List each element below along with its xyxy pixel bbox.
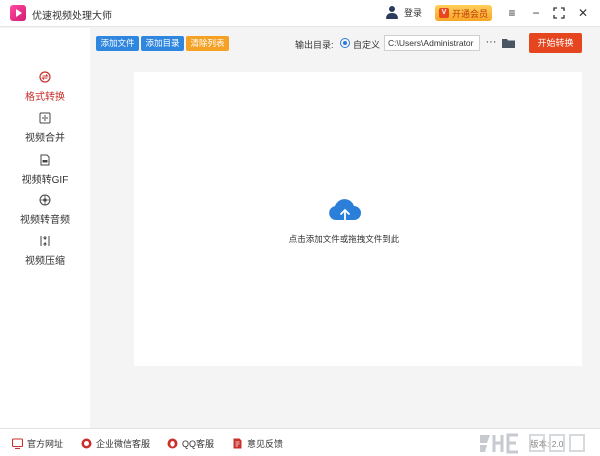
video-compress-icon — [40, 236, 50, 246]
minimize-icon[interactable]: − — [528, 5, 544, 21]
sidebar: 格式转换 视频合并 视频转GIF 视频转音频 视频压缩 — [0, 28, 90, 428]
sidebar-item-label: 视频压缩 — [25, 256, 65, 267]
sidebar-item-video-merge[interactable]: 视频合并 — [0, 112, 90, 152]
add-file-button[interactable]: 添加文件 — [96, 36, 139, 51]
drop-hint: 点击添加文件或拖拽文件到此 — [288, 234, 400, 244]
sidebar-item-video-compress[interactable]: 视频压缩 — [0, 235, 90, 275]
footer-link-website[interactable]: 官方网址 — [12, 437, 63, 450]
footer-link-label: QQ客服 — [182, 439, 215, 449]
login-button[interactable]: 登录 — [386, 6, 422, 19]
more-icon[interactable]: ··· — [484, 34, 498, 50]
sidebar-item-label: 视频转GIF — [21, 175, 69, 186]
video-to-gif-icon — [40, 154, 50, 166]
custom-radio-label: 自定义 — [353, 40, 381, 50]
qq-icon — [167, 438, 178, 449]
maximize-icon[interactable] — [551, 5, 567, 21]
title-bar: 优速视频处理大师 登录 V 开通会员 ≡ − ✕ — [0, 0, 600, 27]
vip-button[interactable]: V 开通会员 — [435, 5, 492, 21]
add-folder-button[interactable]: 添加目录 — [141, 36, 184, 51]
sidebar-item-format-convert[interactable]: 格式转换 — [0, 71, 90, 111]
vip-icon: V — [438, 8, 449, 18]
sidebar-item-label: 视频转音频 — [20, 215, 70, 226]
app-title: 优速视频处理大师 — [32, 11, 112, 22]
footer-link-label: 意见反馈 — [247, 439, 284, 449]
app-logo-icon — [10, 5, 26, 21]
cloud-upload-icon — [329, 199, 361, 222]
video-to-audio-icon — [39, 194, 51, 206]
file-drop-zone[interactable]: 点击添加文件或拖拽文件到此 — [134, 72, 582, 366]
sidebar-item-video-to-audio[interactable]: 视频转音频 — [0, 194, 90, 234]
video-merge-icon — [39, 112, 51, 124]
feedback-icon — [233, 438, 242, 449]
sidebar-item-label: 格式转换 — [25, 92, 65, 103]
sidebar-item-label: 视频合并 — [25, 133, 65, 144]
vip-label: 开通会员 — [451, 8, 488, 19]
user-icon — [386, 6, 398, 19]
format-convert-icon — [39, 71, 51, 83]
menu-icon[interactable]: ≡ — [504, 5, 520, 21]
output-dir-label: 输出目录: — [295, 40, 334, 50]
folder-icon[interactable] — [502, 38, 515, 48]
sidebar-item-video-to-gif[interactable]: 视频转GIF — [0, 154, 90, 194]
clear-list-button[interactable]: 清除列表 — [186, 36, 229, 51]
close-icon[interactable]: ✕ — [575, 5, 591, 21]
toolbar: 添加文件 添加目录 清除列表 输出目录: 自定义 ··· 开始转换 — [90, 28, 600, 60]
site-watermark-logo — [480, 433, 585, 454]
login-label: 登录 — [404, 8, 423, 18]
footer-link-feedback[interactable]: 意见反馈 — [232, 437, 283, 450]
output-path-input[interactable] — [384, 35, 480, 51]
footer-link-label: 官方网址 — [27, 439, 64, 449]
footer-link-qq[interactable]: QQ客服 — [167, 437, 214, 450]
start-convert-button[interactable]: 开始转换 — [529, 33, 582, 53]
footer-link-wechat-service[interactable]: 企业微信客服 — [81, 437, 150, 450]
wechat-service-icon — [81, 438, 92, 449]
footer-link-label: 企业微信客服 — [96, 439, 151, 449]
custom-radio[interactable] — [340, 38, 350, 48]
website-icon — [12, 438, 23, 449]
